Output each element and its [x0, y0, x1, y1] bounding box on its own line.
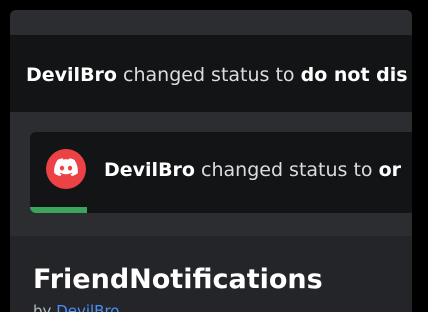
toast-status: or: [378, 159, 402, 181]
toast-message: changed status to: [123, 64, 295, 86]
notification-toast-dnd: DevilBro changed status to do not dis: [10, 35, 412, 112]
toast-username: DevilBro: [104, 159, 195, 181]
toast-text: DevilBro changed status to do not dis: [26, 63, 408, 87]
toast-status: do not dis: [300, 64, 408, 86]
plugin-preview-image: DevilBro changed status to do not dis De…: [10, 10, 412, 236]
plugin-title: FriendNotifications: [33, 264, 323, 295]
plugin-author-line: by DevilBro: [33, 302, 119, 312]
by-label: by: [33, 302, 52, 312]
notification-toast-online: DevilBro changed status to or: [30, 132, 412, 213]
toast-progress-bar: [30, 207, 88, 213]
toast-message: changed status to: [201, 159, 373, 181]
toast-text: DevilBro changed status to or: [104, 158, 401, 182]
author-link[interactable]: DevilBro: [56, 302, 119, 312]
toast-username: DevilBro: [26, 64, 117, 86]
plugin-card[interactable]: DevilBro changed status to do not dis De…: [10, 10, 412, 312]
discord-logo-icon: [46, 149, 86, 189]
